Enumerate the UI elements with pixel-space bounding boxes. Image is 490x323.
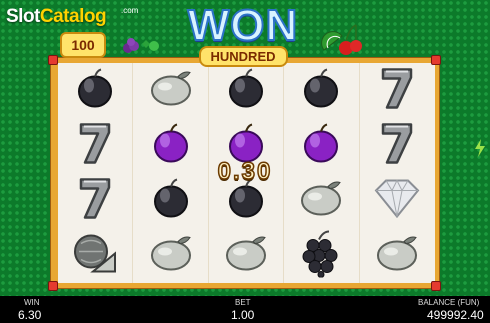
symbol-seven-icon <box>58 118 132 173</box>
lightning-icon[interactable] <box>472 138 488 158</box>
reel-4 <box>284 63 360 283</box>
win-label: WIN <box>24 298 40 307</box>
symbol-lemon-icon <box>360 228 435 283</box>
bet-value: 1.00 <box>231 308 255 322</box>
game-logo: WON HUNDRED <box>168 1 318 67</box>
logo-badge-100: 100 <box>60 32 106 58</box>
symbol-seven-icon <box>360 63 435 118</box>
frame-corner-br <box>431 281 441 291</box>
win-value: 6.30 <box>18 308 42 322</box>
bet-label: BET <box>235 298 251 307</box>
symbol-diamond-icon <box>360 173 435 228</box>
symbol-lemon-icon <box>133 228 207 283</box>
line-win-amount: 0.30 <box>217 157 273 186</box>
symbol-plum-icon <box>133 118 207 173</box>
symbol-grapes-icon <box>284 228 358 283</box>
symbol-plum-icon <box>133 173 207 228</box>
watermark-suffix: .com <box>121 6 139 15</box>
symbol-lemon-icon <box>133 63 207 118</box>
reel-5 <box>360 63 435 283</box>
reel-1 <box>58 63 134 283</box>
symbol-plum-icon <box>284 63 358 118</box>
watermark: SlotCatalog <box>6 6 107 28</box>
symbol-plum-icon <box>58 63 132 118</box>
logo-title: WON <box>187 1 299 50</box>
logo-subtitle: HUNDRED <box>198 46 288 67</box>
frame-corner-tl <box>48 55 58 65</box>
symbol-watermelon-icon <box>58 228 132 283</box>
symbol-plum-icon <box>209 63 283 118</box>
frame-corner-tr <box>431 55 441 65</box>
symbol-seven-icon <box>58 173 132 228</box>
watermark-brand-a: Slot <box>6 6 40 27</box>
symbol-lemon-icon <box>209 228 283 283</box>
symbol-seven-icon <box>360 118 435 173</box>
balance-value: 499992.40 <box>427 308 484 322</box>
balance-label: BALANCE (FUN) <box>418 298 480 307</box>
footer-bar: WIN 6.30 BET 1.00 BALANCE (FUN) 499992.4… <box>0 296 490 323</box>
reel-2 <box>133 63 209 283</box>
logo-fruits-icon <box>123 38 159 53</box>
symbol-plum-icon <box>284 118 358 173</box>
logo-cherries-icon <box>321 24 362 55</box>
frame-corner-bl <box>48 281 58 291</box>
watermark-brand-b: Catalog <box>39 6 107 27</box>
symbol-lemon-icon <box>284 173 358 228</box>
